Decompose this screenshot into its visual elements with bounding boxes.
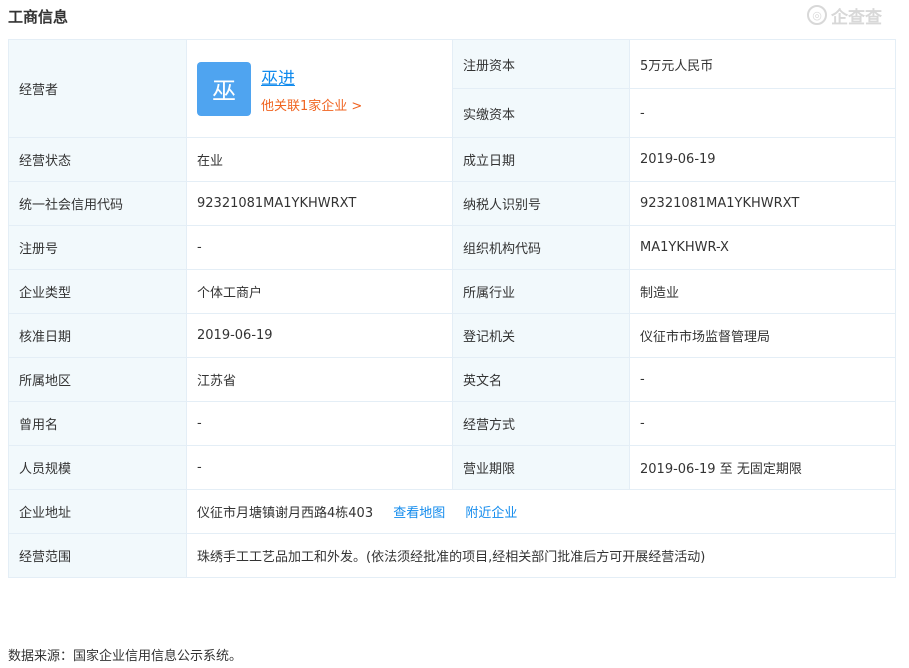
credit-code-label: 统一社会信用代码: [8, 181, 187, 226]
table-row: 所属地区 江苏省 英文名 -: [8, 357, 896, 402]
reg-no-label: 注册号: [8, 225, 187, 270]
table-row: 经营范围 珠绣手工工艺品加工和外发。(依法须经批准的项目,经相关部门批准后方可开…: [8, 533, 896, 578]
watermark-text: 企查查: [831, 7, 882, 28]
registered-capital-label: 注册资本: [452, 39, 630, 89]
paid-capital-value: -: [629, 88, 896, 138]
registered-capital-value: 5万元人民币: [629, 39, 896, 89]
region-value: 江苏省: [186, 357, 453, 402]
approval-date-label: 核准日期: [8, 313, 187, 358]
paid-capital-label: 实缴资本: [452, 88, 630, 138]
business-term-value: 2019-06-19 至 无固定期限: [629, 445, 896, 490]
industry-label: 所属行业: [452, 269, 630, 314]
operator-name-link[interactable]: 巫进: [261, 64, 362, 89]
company-type-label: 企业类型: [8, 269, 187, 314]
operator-cell: 巫 巫进 他关联1家企业 >: [186, 39, 453, 138]
business-mode-value: -: [629, 401, 896, 446]
taxpayer-id-label: 纳税人识别号: [452, 181, 630, 226]
related-companies-link[interactable]: 他关联1家企业 >: [261, 95, 362, 114]
region-label: 所属地区: [8, 357, 187, 402]
reg-no-value: -: [186, 225, 453, 270]
address-cell: 仪征市月塘镇谢月西路4栋403 查看地图 附近企业: [186, 489, 896, 534]
operator-label: 经营者: [8, 39, 187, 138]
business-term-label: 营业期限: [452, 445, 630, 490]
business-mode-label: 经营方式: [452, 401, 630, 446]
status-value: 在业: [186, 137, 453, 182]
table-row: 企业地址 仪征市月塘镇谢月西路4栋403 查看地图 附近企业: [8, 489, 896, 534]
nearby-companies-link[interactable]: 附近企业: [465, 506, 517, 521]
founded-value: 2019-06-19: [629, 137, 896, 182]
english-name-value: -: [629, 357, 896, 402]
table-row: 经营状态 在业 成立日期 2019-06-19: [8, 137, 896, 182]
table-row: 统一社会信用代码 92321081MA1YKHWRXT 纳税人识别号 92321…: [8, 181, 896, 226]
org-code-value: MA1YKHWR-X: [629, 225, 896, 270]
address-label: 企业地址: [8, 489, 187, 534]
table-row: 曾用名 - 经营方式 -: [8, 401, 896, 446]
english-name-label: 英文名: [452, 357, 630, 402]
address-value: 仪征市月塘镇谢月西路4栋403: [197, 506, 374, 521]
former-name-label: 曾用名: [8, 401, 187, 446]
scope-value: 珠绣手工工艺品加工和外发。(依法须经批准的项目,经相关部门批准后方可开展经营活动…: [186, 533, 896, 578]
authority-value: 仪征市市场监督管理局: [629, 313, 896, 358]
brand-watermark: ◎ 企查查: [807, 3, 899, 28]
business-info-table: 经营者 巫 巫进 他关联1家企业 > 注册资本 5万元人民币 实缴资本 - 经营…: [8, 39, 896, 578]
table-row: 经营者 巫 巫进 他关联1家企业 > 注册资本 5万元人民币: [8, 39, 896, 138]
table-row: 人员规模 - 营业期限 2019-06-19 至 无固定期限: [8, 445, 896, 490]
approval-date-value: 2019-06-19: [186, 313, 453, 358]
staff-size-value: -: [186, 445, 453, 490]
staff-size-label: 人员规模: [8, 445, 187, 490]
q-logo-icon: ◎: [807, 5, 827, 25]
former-name-value: -: [186, 401, 453, 446]
company-type-value: 个体工商户: [186, 269, 453, 314]
taxpayer-id-value: 92321081MA1YKHWRXT: [629, 181, 896, 226]
page-title: 工商信息: [8, 8, 69, 26]
org-code-label: 组织机构代码: [452, 225, 630, 270]
view-map-link[interactable]: 查看地图: [393, 506, 445, 521]
scope-label: 经营范围: [8, 533, 187, 578]
status-label: 经营状态: [8, 137, 187, 182]
founded-label: 成立日期: [452, 137, 630, 182]
table-row: 注册号 - 组织机构代码 MA1YKHWR-X: [8, 225, 896, 270]
table-row: 企业类型 个体工商户 所属行业 制造业: [8, 269, 896, 314]
credit-code-value: 92321081MA1YKHWRXT: [186, 181, 453, 226]
industry-value: 制造业: [629, 269, 896, 314]
authority-label: 登记机关: [452, 313, 630, 358]
table-row: 核准日期 2019-06-19 登记机关 仪征市市场监督管理局: [8, 313, 896, 358]
data-source-note: 数据来源：国家企业信用信息公示系统。: [8, 649, 243, 664]
avatar[interactable]: 巫: [197, 61, 251, 116]
